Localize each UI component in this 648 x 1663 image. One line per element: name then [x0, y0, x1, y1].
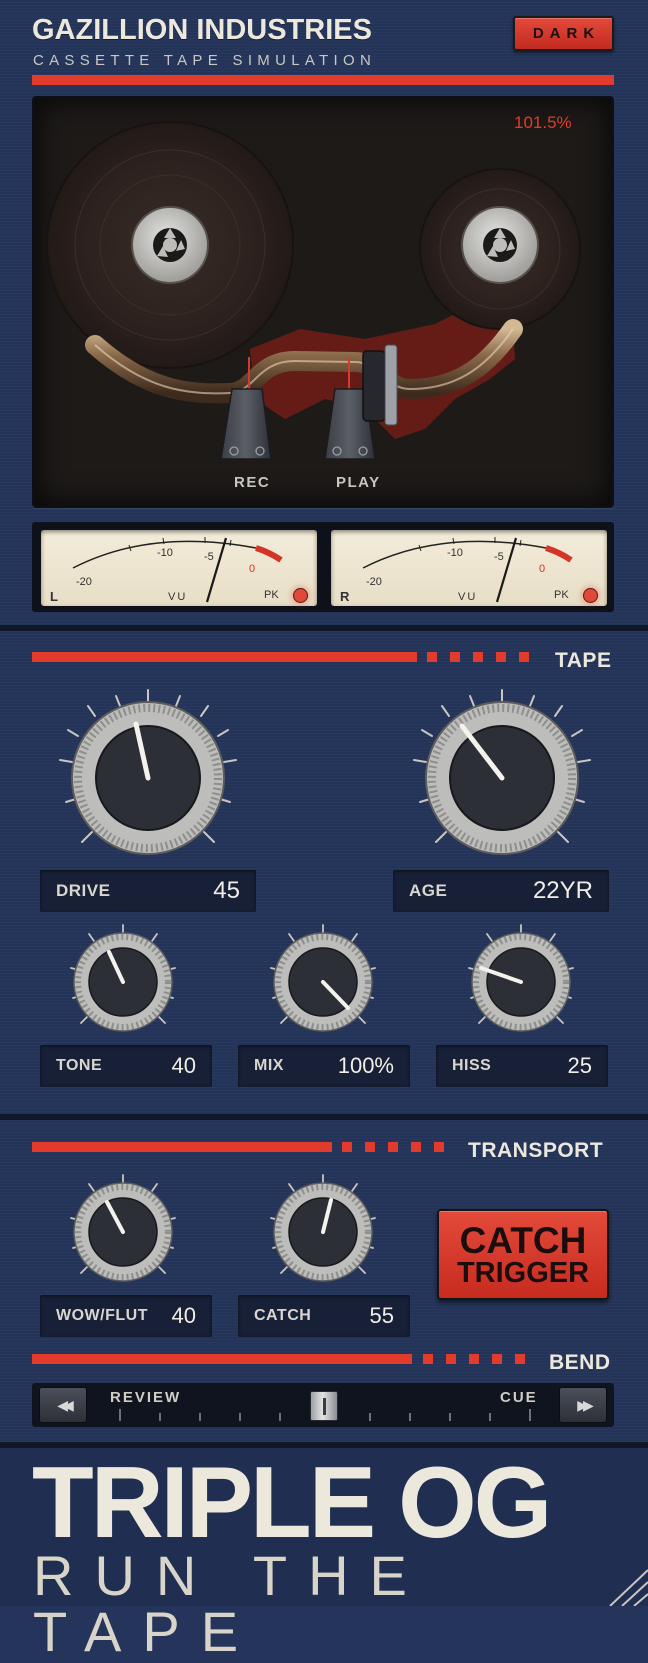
- vu-right-tick-0: 0: [539, 563, 546, 575]
- wow-flutter-value: 40: [171, 1303, 196, 1328]
- transport-section-title: TRANSPORT: [468, 1139, 604, 1162]
- age-knob[interactable]: [402, 682, 602, 860]
- catch-value: 55: [369, 1303, 394, 1328]
- mix-value-box: MIX 100%: [238, 1045, 410, 1087]
- left-reel-hub: [131, 206, 209, 284]
- vu-right-tick-minus20: -20: [366, 576, 382, 588]
- vu-left-pk-label: PK: [264, 589, 279, 601]
- header-accent-line: [32, 75, 614, 85]
- tape-section-title: TAPE: [555, 649, 612, 672]
- vu-right-vu-label: VU: [458, 591, 478, 603]
- tone-value: 40: [171, 1053, 196, 1078]
- hiss-value: 25: [567, 1053, 592, 1078]
- dark-mode-button[interactable]: DARK: [513, 16, 614, 51]
- cassette-reels: [46, 121, 581, 460]
- age-value-box: AGE 22YR: [393, 870, 609, 912]
- play-head-label: PLAY: [336, 474, 381, 491]
- drive-label: DRIVE: [56, 881, 111, 900]
- vu-right-tick-minus5: -5: [494, 551, 504, 563]
- age-label: AGE: [409, 881, 448, 900]
- vu-left-tick-minus10: -10: [157, 547, 173, 559]
- drive-value-box: DRIVE 45: [40, 870, 256, 912]
- product-tagline: RUN THE TAPE: [33, 1544, 428, 1663]
- rec-head-label: REC: [234, 474, 271, 491]
- bend-section-line: [32, 1354, 412, 1364]
- catch-trigger-line1: CATCH: [459, 1219, 587, 1261]
- vu-left-vu-label: VU: [168, 591, 188, 603]
- bend-section-title: BEND: [549, 1351, 611, 1374]
- drive-value: 45: [213, 877, 240, 904]
- vu-right-channel-label: R: [340, 589, 350, 604]
- wow-flutter-knob[interactable]: [63, 1170, 183, 1286]
- fast-forward-button[interactable]: ▶▶: [559, 1387, 607, 1423]
- product-subtitle: CASSETTE TAPE SIMULATION: [33, 52, 377, 69]
- rewind-icon: ◀◀: [57, 1396, 73, 1413]
- vu-right-peak-led: [583, 588, 598, 603]
- hiss-label: HISS: [452, 1057, 492, 1074]
- vu-right-tick-minus10: -10: [447, 547, 463, 559]
- transport-section-line: [32, 1142, 332, 1152]
- hiss-knob[interactable]: [461, 920, 581, 1036]
- catch-knob[interactable]: [263, 1170, 383, 1286]
- vu-left-tick-minus5: -5: [204, 551, 214, 563]
- hiss-value-box: HISS 25: [436, 1045, 608, 1087]
- vu-left-channel-label: L: [50, 589, 58, 604]
- catch-label: CATCH: [254, 1307, 312, 1324]
- corner-decoration: [609, 1569, 648, 1606]
- vu-left-peak-led: [293, 588, 308, 603]
- tone-value-box: TONE 40: [40, 1045, 212, 1087]
- vu-left-tick-minus20: -20: [76, 576, 92, 588]
- mix-knob[interactable]: [263, 920, 383, 1036]
- catch-trigger-button[interactable]: CATCH TRIGGER: [437, 1209, 609, 1300]
- mix-value: 100%: [337, 1053, 394, 1078]
- wow-flutter-value-box: WOW/FLUT 40: [40, 1295, 212, 1337]
- right-reel-hub: [461, 206, 539, 284]
- age-value: 22YR: [532, 877, 593, 904]
- catch-trigger-line2: TRIGGER: [456, 1256, 590, 1289]
- product-title: TRIPLE OG: [32, 1447, 552, 1559]
- bend-review-label: REVIEW: [110, 1389, 182, 1406]
- vu-right-pk-label: PK: [554, 589, 569, 601]
- catch-value-box: CATCH 55: [238, 1295, 410, 1337]
- mix-label: MIX: [254, 1057, 284, 1074]
- vu-left-tick-0: 0: [249, 563, 256, 575]
- tone-knob[interactable]: [63, 920, 183, 1036]
- brand-name: GAZILLION INDUSTRIES: [32, 14, 372, 46]
- bend-cue-label: CUE: [500, 1389, 538, 1406]
- drive-knob[interactable]: [48, 682, 248, 860]
- rewind-button[interactable]: ◀◀: [39, 1387, 87, 1423]
- fast-forward-icon: ▶▶: [577, 1396, 593, 1413]
- bend-slider-thumb[interactable]: [310, 1391, 338, 1421]
- tape-speed-readout: 101.5%: [514, 113, 572, 132]
- tape-section-line: [32, 652, 417, 662]
- tone-label: TONE: [56, 1057, 103, 1074]
- wow-flutter-label: WOW/FLUT: [56, 1307, 148, 1324]
